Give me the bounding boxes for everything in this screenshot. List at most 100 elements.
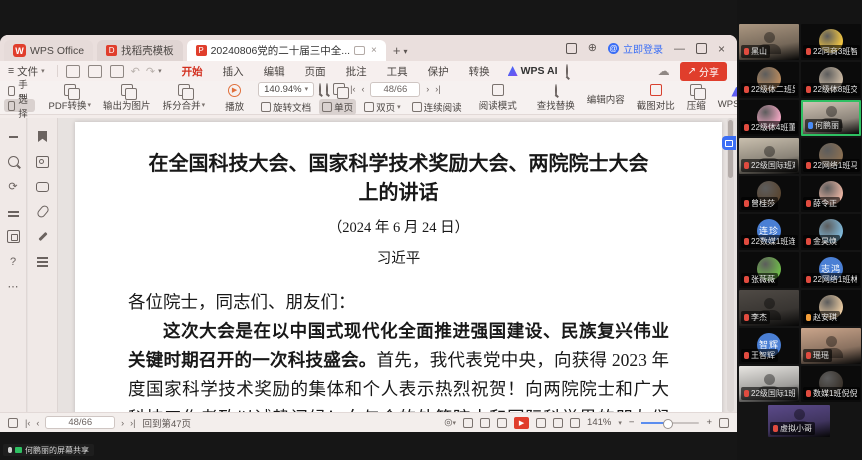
first-page-icon[interactable]: |‹ <box>350 84 355 94</box>
ribbon-button-压缩[interactable]: 压缩 <box>681 84 712 112</box>
play-slideshow-icon[interactable]: ▶ <box>514 417 529 429</box>
participant-tile[interactable]: 22网络1班马思琪 <box>801 138 861 174</box>
zoom-out-button[interactable]: − <box>629 417 635 428</box>
autoscroll-icon[interactable]: ◎▾ <box>444 417 456 428</box>
new-tab-button[interactable]: + <box>393 43 401 58</box>
login-button[interactable]: @ 立即登录 <box>608 41 663 56</box>
participant-tile[interactable]: 连珍22数媒1班连珍 <box>739 214 799 250</box>
fit-page-icon[interactable] <box>536 418 546 428</box>
page-number-box[interactable]: 48/66 <box>370 82 420 97</box>
first-page-icon[interactable]: |‹ <box>25 418 30 428</box>
participant-tile[interactable]: 志鸿22网络1班林志鸿 <box>801 252 861 288</box>
participant-tile[interactable]: 22级国际班观丹 <box>739 138 799 174</box>
close-tab-icon[interactable]: × <box>371 45 377 56</box>
zoom-out-icon[interactable] <box>319 84 321 95</box>
vertical-scrollbar[interactable] <box>727 118 734 412</box>
play-button[interactable]: ▶ 播放 <box>219 83 250 113</box>
redo-icon[interactable]: ↷ <box>146 65 155 78</box>
fit-width-icon[interactable] <box>553 418 563 428</box>
tab-document[interactable]: P 20240806党的二十届三中全... × <box>187 40 386 61</box>
share-button[interactable]: ↗ 分享 <box>680 62 727 81</box>
view-chip-双页[interactable]: 双页▾ <box>361 99 404 115</box>
continuous-read-icon[interactable] <box>463 418 473 428</box>
fit-window-icon[interactable] <box>333 83 345 95</box>
zoom-caret-icon[interactable]: ▾ <box>618 419 622 427</box>
participant-tile[interactable]: 瑶瑶 <box>801 328 861 364</box>
sidebar-toggle-icon[interactable] <box>8 418 18 428</box>
screen-share-pill[interactable]: 何鹏丽的屏幕共享 <box>3 444 94 456</box>
fullscreen-icon[interactable] <box>719 418 729 428</box>
image-icon[interactable] <box>36 155 49 168</box>
view-chip-旋转文档[interactable]: 旋转文档 <box>258 99 314 115</box>
next-page-icon[interactable]: › <box>426 84 429 94</box>
bookmark-icon[interactable] <box>36 130 49 143</box>
ribbon-button-查找替换[interactable]: 查找替换 <box>531 85 581 112</box>
open-folder-icon[interactable] <box>66 65 80 78</box>
restore-button[interactable] <box>696 43 707 54</box>
menu-tab-6[interactable]: 保护 <box>418 62 459 81</box>
save-icon[interactable] <box>88 65 102 78</box>
participant-tile[interactable]: 金昊焕 <box>801 214 861 250</box>
globe-icon[interactable]: ⊕ <box>588 44 597 53</box>
menu-tab-7[interactable]: 转换 <box>459 62 500 81</box>
collapse-icon[interactable] <box>7 130 20 143</box>
layout-switch-icon[interactable] <box>566 43 577 54</box>
quickbar-caret-icon[interactable]: ▾ <box>158 67 162 75</box>
zoom-combo[interactable]: 140.94%▾ <box>258 82 314 97</box>
zoom-in-icon[interactable] <box>326 84 328 95</box>
participant-tile[interactable]: 22级体8班交聊 <box>801 62 861 98</box>
tab-list-caret-icon[interactable]: ▾ <box>403 47 407 56</box>
menu-tab-3[interactable]: 页面 <box>295 62 336 81</box>
read-mode-button[interactable]: 阅读模式 <box>473 83 523 113</box>
search-menu-icon[interactable] <box>566 65 568 77</box>
view-chip-连续阅读[interactable]: 连续阅读 <box>409 99 465 115</box>
layers-icon[interactable] <box>36 255 49 268</box>
more-icon[interactable]: ⋯ <box>7 280 20 293</box>
wps-ai-menu[interactable]: WPS AI <box>508 65 558 77</box>
page-number-box[interactable]: 48/66 <box>45 416 115 429</box>
ribbon-button-编辑内容[interactable]: 编辑内容 <box>581 90 631 106</box>
menu-tab-1[interactable]: 插入 <box>213 62 254 81</box>
ribbon-button-截图对比[interactable]: 截图对比 <box>631 84 681 112</box>
cloud-sync-icon[interactable]: ☁ <box>658 64 670 78</box>
participant-tile[interactable]: 何鹏丽 <box>801 100 861 136</box>
wps-assistant-bubble-icon[interactable] <box>722 136 736 150</box>
prev-page-icon[interactable]: ‹ <box>36 418 39 428</box>
prev-page-icon[interactable]: ‹ <box>361 84 364 94</box>
participant-tile[interactable]: 赵安琪 <box>801 290 861 326</box>
pdf-page[interactable]: 在全国科技大会、国家科学技术奖励大会、两院院士大会 上的讲话 （2024 年 6… <box>75 122 722 432</box>
participant-tile[interactable]: 曾桂莎 <box>739 176 799 212</box>
ribbon-button-WPS AI[interactable]: WPS AI▾ <box>712 87 737 110</box>
help-icon[interactable]: ? <box>7 255 20 268</box>
ribbon-button-输出为图片[interactable]: 输出为图片 <box>97 84 157 112</box>
ribbon-button-PDF转换[interactable]: PDF转换▾ <box>43 84 98 112</box>
menu-tab-5[interactable]: 工具 <box>377 62 418 81</box>
menu-tab-2[interactable]: 编辑 <box>254 62 295 81</box>
tab-wps-home[interactable]: W WPS Office <box>4 40 93 61</box>
participant-tile[interactable]: 李杰 <box>739 290 799 326</box>
participant-tile[interactable]: 数媒1班倪倪 <box>801 366 861 402</box>
participant-tile[interactable]: 22同商3班智城 <box>801 24 861 60</box>
print-icon[interactable] <box>110 65 124 78</box>
menu-tab-0[interactable]: 开始 <box>172 62 213 81</box>
translate-icon[interactable]: ⟳ <box>7 180 20 193</box>
back-to-page-link[interactable]: 回到第47页 <box>142 416 191 430</box>
view-chip-单页[interactable]: 单页 <box>319 99 356 115</box>
select-tool-button[interactable]: 选择 <box>4 99 35 112</box>
single-page-icon[interactable] <box>480 418 490 428</box>
participant-tile[interactable]: 黑山 <box>739 24 799 60</box>
participant-tile[interactable]: 薛令正 <box>801 176 861 212</box>
last-page-icon[interactable]: ›| <box>435 84 440 94</box>
tab-docer-templates[interactable]: D 找稻壳模板 <box>97 40 183 61</box>
participant-tile[interactable]: 22级国际1班许凯 <box>739 366 799 402</box>
sliders-icon[interactable] <box>7 205 20 218</box>
participant-tile[interactable]: 智辉王智辉 <box>739 328 799 364</box>
next-page-icon[interactable]: › <box>121 418 124 428</box>
fit-window-icon[interactable] <box>570 418 580 428</box>
reader-icon[interactable] <box>7 230 20 243</box>
participant-tile[interactable]: 22级体二班吴思雨 <box>739 62 799 98</box>
comment-icon[interactable] <box>36 180 49 193</box>
attachment-icon[interactable] <box>36 205 49 218</box>
zoom-in-button[interactable]: + <box>706 417 712 428</box>
participant-tile[interactable]: 张薇薇 <box>739 252 799 288</box>
